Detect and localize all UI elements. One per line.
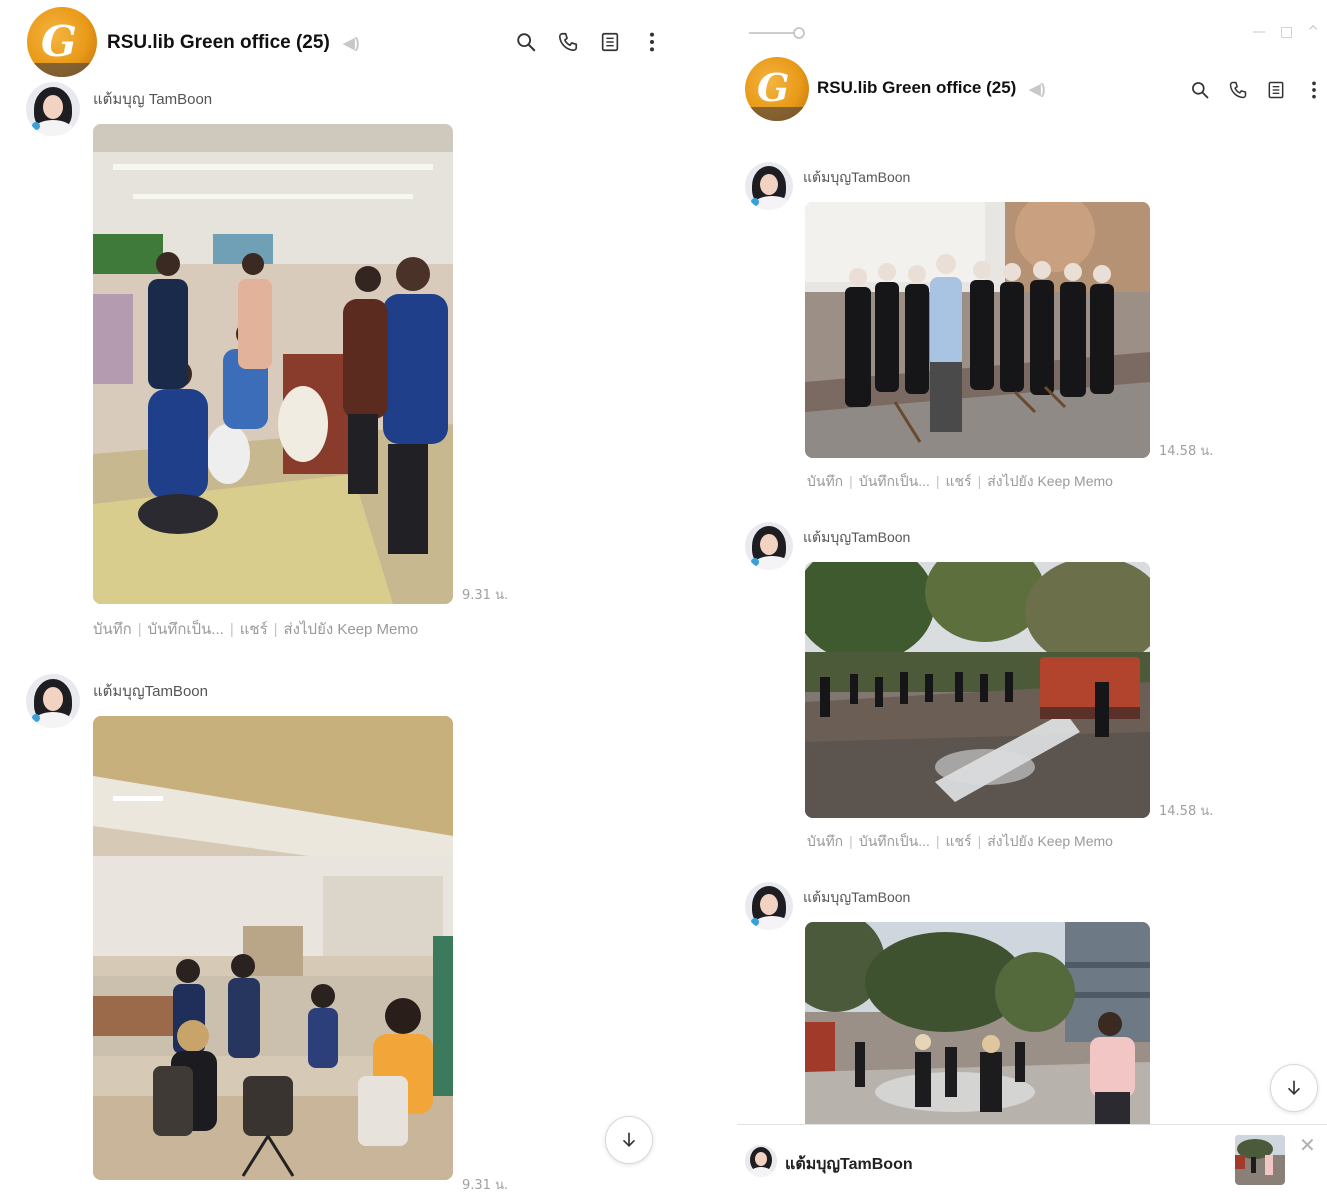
header-tools <box>1189 78 1325 102</box>
group-avatar[interactable]: G <box>745 57 809 121</box>
group-name-text: RSU.lib Green office <box>817 78 982 97</box>
chat-panel-right: — □ ^ G RSU.lib Green office (25) ◀) แต้… <box>737 0 1327 1196</box>
message-time: 14.58 น. <box>1159 444 1214 459</box>
message-time: 9.31 น. <box>462 588 509 603</box>
message-actions: บันทึก | บันทึกเป็น... | แชร์ | ส่งไปยัง Keep … <box>93 621 419 638</box>
chat-panel-left: G RSU.lib Green office (25) ◀) แต้มบุญ T… <box>0 0 665 1196</box>
scroll-to-bottom-button[interactable] <box>1270 1064 1318 1112</box>
phone-icon[interactable] <box>1227 78 1249 102</box>
save-action[interactable]: บันทึก <box>807 833 843 849</box>
notification-avatar <box>745 1145 777 1177</box>
group-title[interactable]: RSU.lib Green office (25) ◀) <box>817 78 1046 98</box>
new-message-notification[interactable]: แต้มบุญTamBoon ✕ <box>737 1124 1327 1196</box>
message-photo[interactable] <box>805 922 1150 1126</box>
share-action[interactable]: แชร์ <box>946 473 972 489</box>
phone-icon[interactable] <box>557 30 579 54</box>
message-photo[interactable] <box>93 124 453 604</box>
minimize-icon[interactable]: — <box>1252 24 1266 40</box>
search-icon[interactable] <box>515 30 537 54</box>
search-icon[interactable] <box>1189 78 1211 102</box>
group-avatar[interactable]: G <box>27 7 97 77</box>
sender-name: แต้มบุญTamBoon <box>803 529 911 545</box>
save-action[interactable]: บันทึก <box>93 621 132 638</box>
save-as-action[interactable]: บันทึกเป็น... <box>859 473 930 489</box>
share-action[interactable]: แชร์ <box>240 621 268 638</box>
more-icon[interactable] <box>641 30 663 54</box>
member-count: (25) <box>986 78 1017 97</box>
notification-sender: แต้มบุญTamBoon <box>785 1156 913 1173</box>
save-as-action[interactable]: บันทึกเป็น... <box>859 833 930 849</box>
sender-name: แต้มบุญTamBoon <box>803 889 911 905</box>
keep-memo-action[interactable]: ส่งไปยัง Keep Memo <box>987 473 1113 489</box>
message-actions: บันทึก | บันทึกเป็น... | แชร์ | ส่งไปยัง Keep … <box>807 473 1113 489</box>
sender-avatar[interactable] <box>26 674 80 728</box>
sender-name: แต้มบุญ TamBoon <box>93 91 213 108</box>
sender-avatar[interactable] <box>745 882 793 930</box>
arrow-down-icon <box>619 1130 639 1150</box>
notes-icon[interactable] <box>599 30 621 54</box>
group-avatar-letter: G <box>41 17 77 66</box>
message-actions: บันทึก | บันทึกเป็น... | แชร์ | ส่งไปยัง Keep … <box>807 833 1113 849</box>
chat-header: G RSU.lib Green office (25) ◀) <box>737 50 1327 130</box>
sender-avatar[interactable] <box>26 82 80 136</box>
zoom-slider[interactable] <box>749 26 805 40</box>
share-action[interactable]: แชร์ <box>946 833 972 849</box>
member-count: (25) <box>295 32 330 53</box>
notes-icon[interactable] <box>1265 78 1287 102</box>
save-action[interactable]: บันทึก <box>807 473 843 489</box>
message-photo[interactable] <box>805 562 1150 818</box>
group-avatar-letter: G <box>757 65 790 110</box>
close-icon[interactable]: ✕ <box>1299 1133 1316 1157</box>
group-title[interactable]: RSU.lib Green office (25) ◀) <box>107 32 360 54</box>
maximize-icon[interactable]: □ <box>1280 24 1293 40</box>
sender-name: แต้มบุญTamBoon <box>93 683 208 700</box>
window-controls: — □ ^ <box>1252 24 1319 40</box>
save-as-action[interactable]: บันทึกเป็น... <box>148 621 224 638</box>
header-tools <box>515 30 663 54</box>
more-icon[interactable] <box>1303 78 1325 102</box>
mute-icon: ◀) <box>343 34 360 52</box>
mute-icon: ◀) <box>1029 80 1046 98</box>
keep-memo-action[interactable]: ส่งไปยัง Keep Memo <box>284 621 419 638</box>
sender-name: แต้มบุญTamBoon <box>803 169 911 185</box>
keep-memo-action[interactable]: ส่งไปยัง Keep Memo <box>987 833 1113 849</box>
message-time: 9.31 น. <box>462 1178 509 1193</box>
collapse-icon[interactable]: ^ <box>1307 24 1319 40</box>
sender-avatar[interactable] <box>745 522 793 570</box>
message-photo[interactable] <box>805 202 1150 458</box>
sender-avatar[interactable] <box>745 162 793 210</box>
message-time: 14.58 น. <box>1159 804 1214 819</box>
arrow-down-icon <box>1284 1078 1304 1098</box>
group-name-text: RSU.lib Green office <box>107 32 291 53</box>
notification-thumbnail <box>1235 1135 1285 1185</box>
chat-header: G RSU.lib Green office (25) ◀) <box>0 2 665 82</box>
scroll-to-bottom-button[interactable] <box>605 1116 653 1164</box>
message-photo[interactable] <box>93 716 453 1180</box>
